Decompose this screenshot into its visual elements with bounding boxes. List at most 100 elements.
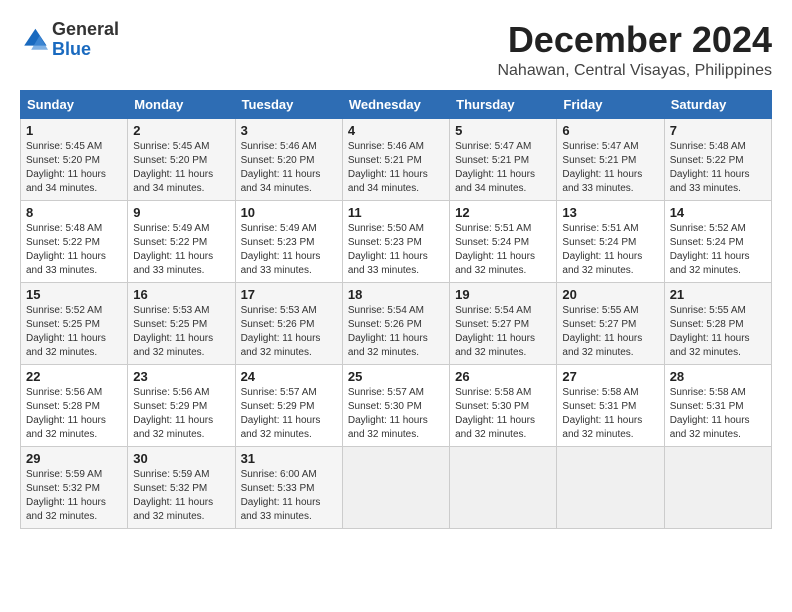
month-title: December 2024	[497, 20, 772, 60]
calendar-table: SundayMondayTuesdayWednesdayThursdayFrid…	[20, 90, 772, 529]
calendar-cell: 24Sunrise: 5:57 AM Sunset: 5:29 PM Dayli…	[235, 364, 342, 446]
day-number: 22	[26, 369, 122, 384]
calendar-cell: 23 Sunrise: 5:56 AM Sunset: 5:29 PM Dayli…	[128, 364, 235, 446]
day-info: Sunrise: 5:46 AM Sunset: 5:20 PM Dayligh…	[241, 140, 337, 196]
day-number: 15	[26, 287, 122, 302]
calendar-cell	[664, 446, 771, 528]
day-info: Sunrise: 5:45 AM Sunset: 5:20 PM Dayligh…	[133, 140, 229, 196]
day-number: 21	[670, 287, 766, 302]
day-number: 1	[26, 123, 122, 138]
day-info: Sunrise: 5:47 AM Sunset: 5:21 PM Dayligh…	[455, 140, 551, 196]
logo-general: General	[52, 19, 119, 39]
day-info: Sunrise: 5:49 AM Sunset: 5:22 PM Dayligh…	[133, 222, 229, 278]
day-number: 19	[455, 287, 551, 302]
weekday-header-thursday: Thursday	[450, 90, 557, 118]
calendar-week-4: 22 Sunrise: 5:56 AM Sunset: 5:28 PM Dayli…	[21, 364, 772, 446]
day-info: Sunrise: 5:52 AM Sunset: 5:25 PM Dayligh…	[26, 304, 122, 360]
calendar-week-3: 15 Sunrise: 5:52 AM Sunset: 5:25 PM Dayli…	[21, 282, 772, 364]
day-info: Sunrise: 5:57 AM Sunset: 5:29 PM Dayligh…	[241, 386, 337, 442]
day-number: 28	[670, 369, 766, 384]
day-number: 25	[348, 369, 444, 384]
calendar-cell: 13Sunrise: 5:51 AM Sunset: 5:24 PM Dayli…	[557, 200, 664, 282]
day-number: 31	[241, 451, 337, 466]
calendar-cell: 17Sunrise: 5:53 AM Sunset: 5:26 PM Dayli…	[235, 282, 342, 364]
day-number: 12	[455, 205, 551, 220]
day-number: 29	[26, 451, 122, 466]
calendar-cell: 11 Sunrise: 5:50 AM Sunset: 5:23 PM Dayli…	[342, 200, 449, 282]
day-number: 23	[133, 369, 229, 384]
day-number: 7	[670, 123, 766, 138]
weekday-header-sunday: Sunday	[21, 90, 128, 118]
calendar-week-5: 29 Sunrise: 5:59 AM Sunset: 5:32 PM Dayli…	[21, 446, 772, 528]
calendar-cell: 8Sunrise: 5:48 AM Sunset: 5:22 PM Daylig…	[21, 200, 128, 282]
calendar-cell	[557, 446, 664, 528]
calendar-cell: 16 Sunrise: 5:53 AM Sunset: 5:25 PM Dayli…	[128, 282, 235, 364]
day-info: Sunrise: 5:49 AM Sunset: 5:23 PM Dayligh…	[241, 222, 337, 278]
day-info: Sunrise: 5:53 AM Sunset: 5:26 PM Dayligh…	[241, 304, 337, 360]
day-number: 30	[133, 451, 229, 466]
day-number: 5	[455, 123, 551, 138]
day-info: Sunrise: 5:52 AM Sunset: 5:24 PM Dayligh…	[670, 222, 766, 278]
day-info: Sunrise: 5:59 AM Sunset: 5:32 PM Dayligh…	[133, 468, 229, 524]
day-info: Sunrise: 5:58 AM Sunset: 5:31 PM Dayligh…	[562, 386, 658, 442]
calendar-cell	[342, 446, 449, 528]
day-info: Sunrise: 5:56 AM Sunset: 5:28 PM Dayligh…	[26, 386, 122, 442]
day-number: 16	[133, 287, 229, 302]
day-info: Sunrise: 5:55 AM Sunset: 5:28 PM Dayligh…	[670, 304, 766, 360]
weekday-header-tuesday: Tuesday	[235, 90, 342, 118]
day-number: 3	[241, 123, 337, 138]
calendar-cell: 7 Sunrise: 5:48 AM Sunset: 5:22 PM Daylig…	[664, 118, 771, 200]
day-number: 6	[562, 123, 658, 138]
day-number: 18	[348, 287, 444, 302]
day-info: Sunrise: 5:45 AM Sunset: 5:20 PM Dayligh…	[26, 140, 122, 196]
calendar-cell: 30 Sunrise: 5:59 AM Sunset: 5:32 PM Dayli…	[128, 446, 235, 528]
logo-icon	[20, 26, 48, 54]
day-number: 14	[670, 205, 766, 220]
day-info: Sunrise: 5:50 AM Sunset: 5:23 PM Dayligh…	[348, 222, 444, 278]
calendar-week-1: 1 Sunrise: 5:45 AM Sunset: 5:20 PM Daylig…	[21, 118, 772, 200]
day-info: Sunrise: 5:48 AM Sunset: 5:22 PM Dayligh…	[670, 140, 766, 196]
calendar-cell: 26 Sunrise: 5:58 AM Sunset: 5:30 PM Dayli…	[450, 364, 557, 446]
day-info: Sunrise: 5:56 AM Sunset: 5:29 PM Dayligh…	[133, 386, 229, 442]
calendar-cell: 21 Sunrise: 5:55 AM Sunset: 5:28 PM Dayli…	[664, 282, 771, 364]
calendar-cell: 14 Sunrise: 5:52 AM Sunset: 5:24 PM Dayli…	[664, 200, 771, 282]
weekday-header-wednesday: Wednesday	[342, 90, 449, 118]
calendar-cell: 28 Sunrise: 5:58 AM Sunset: 5:31 PM Dayli…	[664, 364, 771, 446]
weekday-header-saturday: Saturday	[664, 90, 771, 118]
day-info: Sunrise: 5:54 AM Sunset: 5:26 PM Dayligh…	[348, 304, 444, 360]
day-number: 20	[562, 287, 658, 302]
calendar-cell: 18 Sunrise: 5:54 AM Sunset: 5:26 PM Dayli…	[342, 282, 449, 364]
day-info: Sunrise: 5:51 AM Sunset: 5:24 PM Dayligh…	[562, 222, 658, 278]
calendar-cell: 15 Sunrise: 5:52 AM Sunset: 5:25 PM Dayli…	[21, 282, 128, 364]
day-number: 27	[562, 369, 658, 384]
weekday-header-friday: Friday	[557, 90, 664, 118]
calendar-cell: 12Sunrise: 5:51 AM Sunset: 5:24 PM Dayli…	[450, 200, 557, 282]
calendar-cell: 29 Sunrise: 5:59 AM Sunset: 5:32 PM Dayli…	[21, 446, 128, 528]
calendar-week-2: 8Sunrise: 5:48 AM Sunset: 5:22 PM Daylig…	[21, 200, 772, 282]
calendar-cell: 1 Sunrise: 5:45 AM Sunset: 5:20 PM Daylig…	[21, 118, 128, 200]
calendar-cell: 3 Sunrise: 5:46 AM Sunset: 5:20 PM Daylig…	[235, 118, 342, 200]
day-info: Sunrise: 5:58 AM Sunset: 5:31 PM Dayligh…	[670, 386, 766, 442]
calendar-cell: 22 Sunrise: 5:56 AM Sunset: 5:28 PM Dayli…	[21, 364, 128, 446]
day-info: Sunrise: 5:55 AM Sunset: 5:27 PM Dayligh…	[562, 304, 658, 360]
calendar-cell: 31 Sunrise: 6:00 AM Sunset: 5:33 PM Dayli…	[235, 446, 342, 528]
weekday-header-row: SundayMondayTuesdayWednesdayThursdayFrid…	[21, 90, 772, 118]
day-number: 26	[455, 369, 551, 384]
page-header: General Blue December 2024 Nahawan, Cent…	[20, 20, 772, 80]
day-number: 4	[348, 123, 444, 138]
calendar-cell: 20 Sunrise: 5:55 AM Sunset: 5:27 PM Dayli…	[557, 282, 664, 364]
day-info: Sunrise: 5:58 AM Sunset: 5:30 PM Dayligh…	[455, 386, 551, 442]
logo: General Blue	[20, 20, 119, 60]
location: Nahawan, Central Visayas, Philippines	[497, 62, 772, 80]
day-number: 11	[348, 205, 444, 220]
day-info: Sunrise: 6:00 AM Sunset: 5:33 PM Dayligh…	[241, 468, 337, 524]
weekday-header-monday: Monday	[128, 90, 235, 118]
day-info: Sunrise: 5:47 AM Sunset: 5:21 PM Dayligh…	[562, 140, 658, 196]
calendar-cell: 4Sunrise: 5:46 AM Sunset: 5:21 PM Daylig…	[342, 118, 449, 200]
logo-blue: Blue	[52, 39, 91, 59]
title-block: December 2024 Nahawan, Central Visayas, …	[497, 20, 772, 80]
day-number: 8	[26, 205, 122, 220]
day-info: Sunrise: 5:59 AM Sunset: 5:32 PM Dayligh…	[26, 468, 122, 524]
day-number: 2	[133, 123, 229, 138]
day-info: Sunrise: 5:53 AM Sunset: 5:25 PM Dayligh…	[133, 304, 229, 360]
